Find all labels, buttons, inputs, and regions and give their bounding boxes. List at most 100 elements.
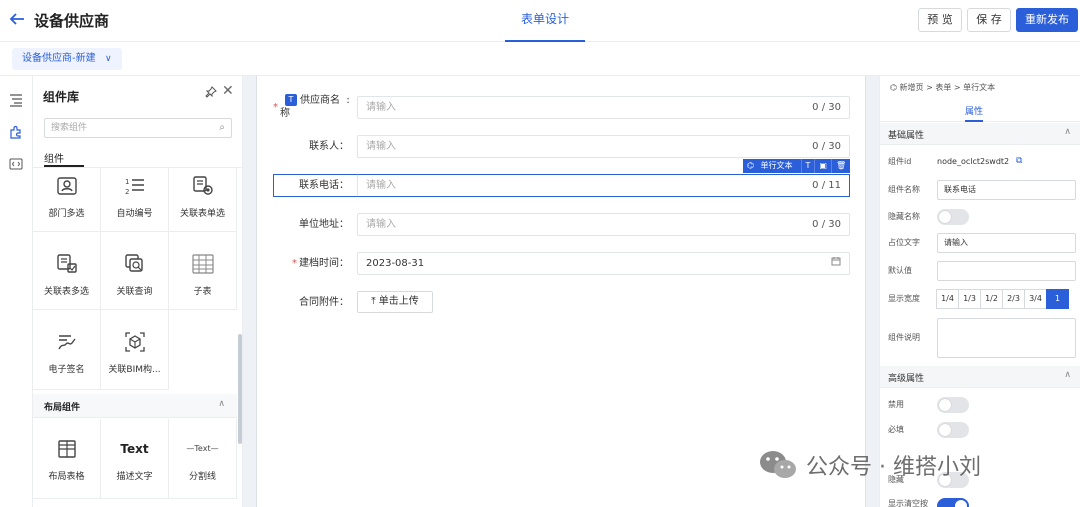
watermark: 公众号 · 维搭小刘 (758, 445, 981, 485)
preview-button[interactable]: 预 览 (918, 8, 962, 32)
char-counter: 0 / 30 (812, 219, 841, 230)
arrow-left-icon[interactable] (8, 10, 28, 30)
width-selector: 1/4 1/3 1/2 2/3 3/4 1 (936, 289, 1069, 309)
breadcrumb: ⌬ 新增页 > 表单 > 单行文本 (890, 83, 996, 92)
placeholder-input[interactable]: 请输入 (937, 233, 1076, 253)
component-item[interactable]: 12 自动编号 (101, 168, 169, 232)
component-id-row: 组件id node_oclct2swdt2 ⧉ (888, 152, 1078, 172)
component-label: 部门多选 (48, 209, 85, 219)
signature-icon (57, 335, 76, 350)
calendar-icon[interactable] (831, 253, 841, 274)
text-sample: Text (120, 442, 149, 456)
library-title: 组件库 (43, 90, 80, 104)
component-item[interactable]: 电子签名 (33, 310, 101, 390)
text-type-icon[interactable]: T (802, 159, 816, 173)
phone-input[interactable]: 请输入 0 / 11 (357, 174, 850, 197)
tab-properties[interactable]: 属性 (965, 104, 984, 122)
code-icon[interactable] (8, 157, 24, 173)
publish-button[interactable]: 重新发布 (1016, 8, 1078, 32)
advanced-section-header[interactable]: 高级属性 ∧ (880, 366, 1080, 388)
width-option[interactable]: 2/3 (1002, 289, 1025, 309)
default-value-input[interactable] (937, 261, 1076, 281)
form-field-supplier-name[interactable]: * T 供应商名 : 称 请输入 0 / 30 (273, 94, 850, 119)
layout-section-title: 布局组件 (44, 403, 81, 413)
form-field-attachment[interactable]: 合同附件： ⤒ 单击上传 (273, 291, 850, 314)
hide-name-toggle[interactable] (937, 209, 969, 225)
contact-input[interactable]: 请输入 0 / 30 (357, 135, 850, 158)
search-placeholder: 搜索组件 (51, 123, 88, 133)
input-placeholder: 请输入 (366, 219, 396, 230)
input-placeholder: 请输入 (366, 102, 396, 113)
component-item[interactable]: 关联查询 (101, 232, 169, 310)
description-textarea[interactable] (937, 318, 1076, 358)
upload-icon: ⤒ (371, 296, 376, 307)
width-option[interactable]: 1/4 (936, 289, 959, 309)
field-label: 单位地址： (299, 219, 349, 230)
component-search-input[interactable]: 搜索组件 ⌕ (44, 118, 232, 138)
hide-name-row: 隐藏名称 (888, 212, 920, 221)
disabled-toggle[interactable] (937, 397, 969, 413)
char-counter: 0 / 11 (812, 180, 841, 191)
component-item[interactable]: 布局表格 (33, 419, 101, 499)
basic-section-header[interactable]: 基础属性 ∧ (880, 123, 1080, 145)
copy-icon[interactable]: ▣ (815, 159, 832, 173)
disabled-row: 禁用 (888, 400, 904, 409)
component-label: 关联表多选 (43, 287, 89, 297)
component-label: 关联表单选 (179, 209, 225, 219)
form-field-contact[interactable]: 联系人： 请输入 0 / 30 (273, 135, 850, 158)
component-label: 关联查询 (116, 287, 153, 297)
component-item[interactable]: 关联表多选 (33, 232, 101, 310)
width-option[interactable]: 3/4 (1024, 289, 1047, 309)
field-type-label[interactable]: ⌬ 单行文本 (743, 159, 802, 173)
width-option[interactable]: 1/3 (958, 289, 981, 309)
component-item[interactable]: —Text— 分割线 (169, 419, 237, 499)
supplier-name-input[interactable]: 请输入 0 / 30 (357, 96, 850, 119)
char-counter: 0 / 30 (812, 102, 841, 113)
show-clear-toggle[interactable] (937, 498, 969, 507)
save-button[interactable]: 保 存 (967, 8, 1011, 32)
pin-icon[interactable] (205, 86, 217, 101)
tab-form-design[interactable]: 表单设计 (505, 0, 585, 42)
show-clear-row: 显示清空按 (888, 499, 928, 507)
form-field-record-date[interactable]: * 建档时间： 2023-08-31 (273, 252, 850, 275)
svg-text:2: 2 (125, 188, 129, 196)
trash-icon[interactable]: 🗑 (832, 159, 850, 173)
record-date-picker[interactable]: 2023-08-31 (357, 252, 850, 275)
component-label: 电子签名 (48, 365, 85, 375)
svg-text:1: 1 (125, 178, 129, 186)
layout-section-header[interactable]: 布局组件 ∧ (33, 394, 237, 418)
form-field-address[interactable]: 单位地址： 请输入 0 / 30 (273, 213, 850, 236)
form-selector[interactable]: 设备供应商-新建 ∨ (12, 48, 122, 70)
outline-icon[interactable] (8, 93, 24, 109)
close-icon[interactable]: ✕ (222, 83, 234, 99)
component-name-input[interactable]: 联系电话 (937, 180, 1076, 200)
component-item[interactable]: Text 描述文字 (101, 419, 169, 499)
search-icon: ⌕ (219, 122, 225, 133)
chevron-down-icon: ∨ (105, 54, 112, 64)
address-input[interactable]: 请输入 0 / 30 (357, 213, 850, 236)
puzzle-icon[interactable] (8, 125, 24, 141)
input-placeholder: 请输入 (366, 180, 396, 191)
width-option[interactable]: 1/2 (980, 289, 1003, 309)
library-scrollbar[interactable] (238, 334, 242, 444)
property-panel: ⌬ 新增页 > 表单 > 单行文本 属性 基础属性 ∧ 组件id node_oc… (879, 76, 1080, 507)
form-selector-label: 设备供应商-新建 (22, 53, 96, 64)
component-label: 布局表格 (48, 472, 85, 482)
component-item[interactable]: 关联表单选 (169, 168, 237, 232)
component-item[interactable]: 部门多选 (33, 168, 101, 232)
divider-sample: —Text— (186, 444, 219, 453)
copy-icon[interactable]: ⧉ (1016, 156, 1022, 166)
width-option-selected[interactable]: 1 (1046, 289, 1069, 309)
upload-button[interactable]: ⤒ 单击上传 (357, 291, 433, 313)
form-field-phone[interactable]: 联系电话： 请输入 0 / 11 (273, 174, 850, 197)
component-item[interactable]: 关联BIM构... (101, 310, 169, 390)
component-item[interactable]: 子表 (169, 232, 237, 310)
cube-icon (124, 332, 145, 352)
field-label: 合同附件： (299, 297, 349, 308)
numbered-list-icon: 12 (125, 178, 144, 196)
tab-components[interactable]: 组件 (44, 150, 84, 167)
props-tabs: 属性 (880, 100, 1080, 122)
department-icon (56, 177, 77, 195)
required-toggle[interactable] (937, 422, 969, 438)
component-id-value: node_oclct2swdt2 (937, 157, 1010, 166)
